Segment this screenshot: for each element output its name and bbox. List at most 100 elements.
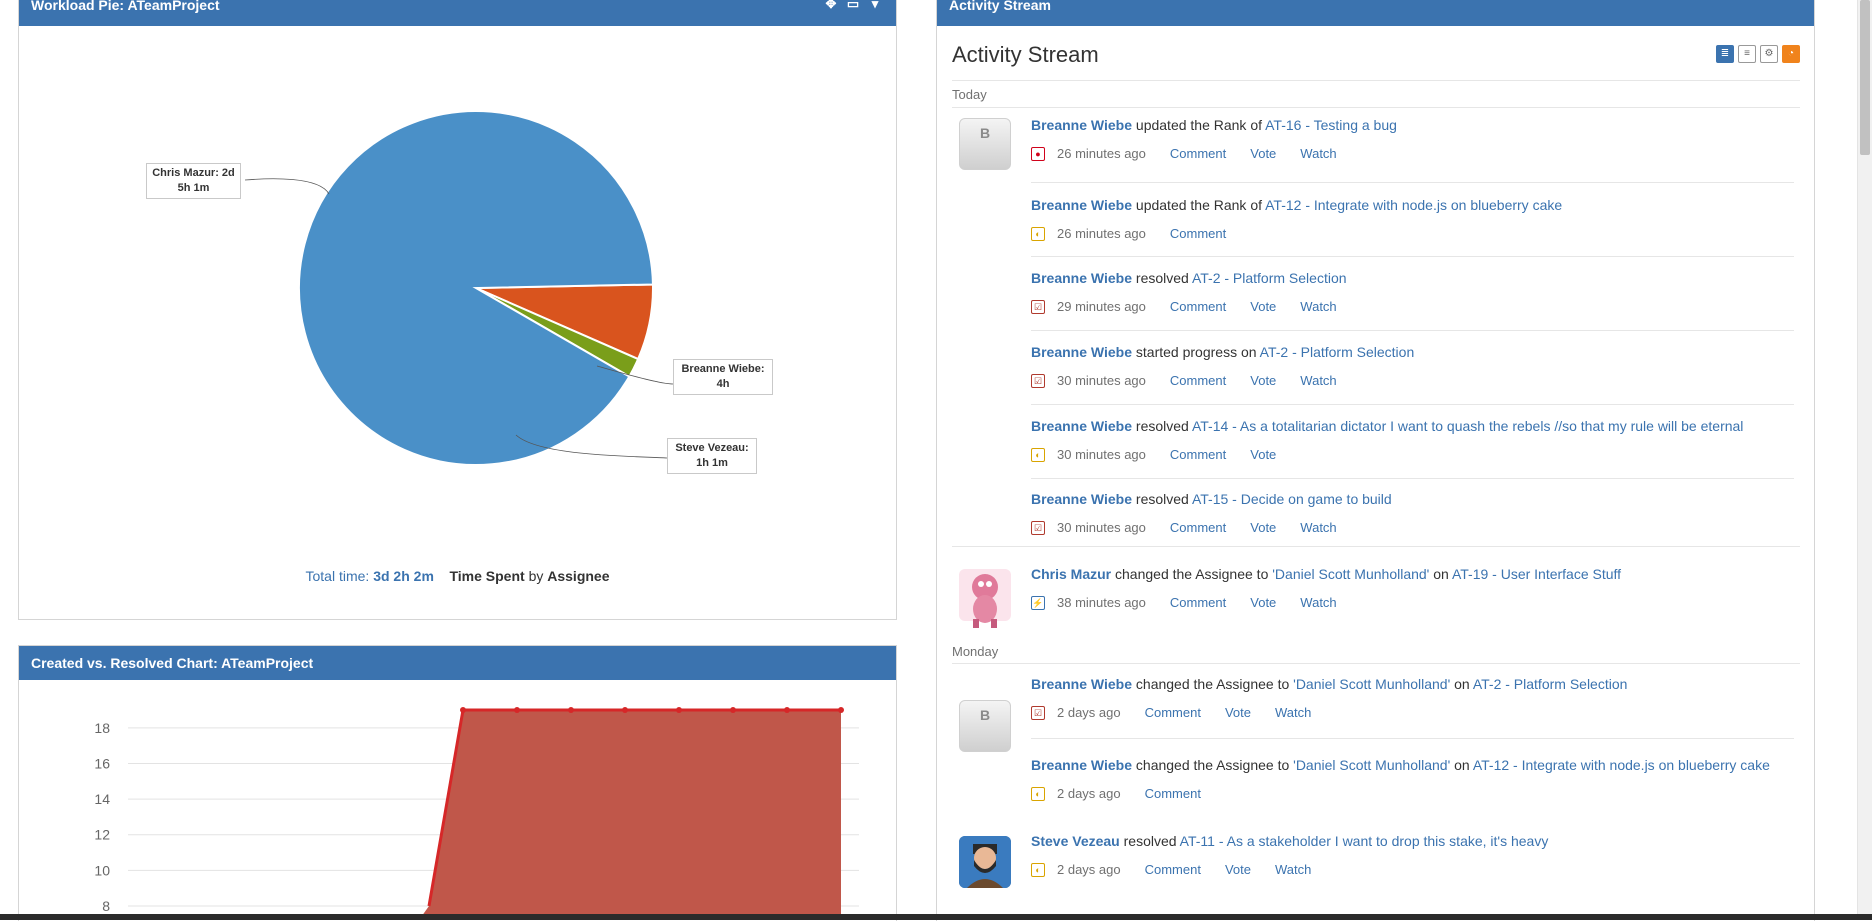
watch-action[interactable]: Watch [1300,373,1336,388]
watch-action[interactable]: Watch [1275,862,1311,877]
vote-action[interactable]: Vote [1225,862,1251,877]
activity-text: Breanne Wiebe changed the Assignee to 'D… [1031,757,1794,773]
activity-text: Breanne Wiebe resolved AT-15 - Decide on… [1031,491,1794,507]
issue-link[interactable]: AT-16 - Testing a bug [1265,117,1397,133]
data-point[interactable] [730,707,736,713]
avatar-breanne-wiebe[interactable]: B [959,700,1011,752]
comment-action[interactable]: Comment [1145,786,1201,801]
total-time-value[interactable]: 3d 2h 2m [373,568,434,584]
activity-user-link[interactable]: Breanne Wiebe [1031,757,1132,773]
activity-meta: ☑ 30 minutes ago Comment Vote Watch [1031,520,1794,535]
issue-link[interactable]: AT-2 - Platform Selection [1473,676,1628,692]
comment-action[interactable]: Comment [1170,520,1226,535]
data-point[interactable] [838,707,844,713]
issue-link[interactable]: AT-12 - Integrate with node.js on bluebe… [1473,757,1770,773]
avatar-steve-vezeau[interactable] [959,836,1011,888]
data-point[interactable] [460,707,466,713]
issue-link[interactable]: AT-14 - As a totalitarian dictator I wan… [1192,418,1743,434]
vertical-scrollbar[interactable] [1857,0,1872,920]
full-view-icon[interactable]: ≣ [1716,45,1734,63]
data-point[interactable] [784,707,790,713]
divider [1031,256,1794,257]
comment-action[interactable]: Comment [1170,447,1226,462]
workload-pie-gadget: Workload Pie: ATeamProject ✥ ▭ ▾ Chris M… [18,0,897,620]
avatar-chris-mazur[interactable] [959,569,1011,628]
move-icon[interactable]: ✥ [824,0,838,11]
activity-user-link[interactable]: Breanne Wiebe [1031,117,1132,133]
total-time-label: Total time: [305,568,370,584]
created-resolved-gadget: Created vs. Resolved Chart: ATeamProject… [18,645,897,921]
comment-action[interactable]: Comment [1145,862,1201,877]
activity-user-link[interactable]: Breanne Wiebe [1031,197,1132,213]
vote-action[interactable]: Vote [1250,447,1276,462]
activity-time: 38 minutes ago [1057,595,1146,610]
activity-user-link[interactable]: Breanne Wiebe [1031,491,1132,507]
comment-action[interactable]: Comment [1170,595,1226,610]
avatar-breanne-wiebe[interactable]: B [959,118,1011,170]
assignee-link[interactable]: 'Daniel Scott Munholland' [1293,757,1450,773]
activity-time: 30 minutes ago [1057,447,1146,462]
watch-action[interactable]: Watch [1300,299,1336,314]
data-point[interactable] [514,707,520,713]
group-label: Assignee [547,568,610,584]
activity-user-link[interactable]: Breanne Wiebe [1031,676,1132,692]
comment-action[interactable]: Comment [1170,226,1226,241]
issue-link[interactable]: AT-12 - Integrate with node.js on bluebe… [1265,197,1562,213]
issue-link[interactable]: AT-15 - Decide on game to build [1192,491,1392,507]
watch-action[interactable]: Watch [1300,595,1336,610]
rss-feed-icon[interactable]: ◔ [1782,45,1800,63]
issue-type-icon: ☑ [1031,520,1045,535]
comment-action[interactable]: Comment [1170,373,1226,388]
issue-link[interactable]: AT-19 - User Interface Stuff [1452,566,1621,582]
data-point[interactable] [568,707,574,713]
maximize-icon[interactable]: ▭ [846,0,860,11]
gadget-header: Workload Pie: ATeamProject ✥ ▭ ▾ [19,0,896,26]
y-tick-label: 14 [94,791,110,807]
data-point[interactable] [676,707,682,713]
activity-verb: changed the Assignee to [1132,757,1294,773]
vote-action[interactable]: Vote [1225,705,1251,720]
watch-action[interactable]: Watch [1300,520,1336,535]
comment-action[interactable]: Comment [1170,146,1226,161]
assignee-link[interactable]: 'Daniel Scott Munholland' [1293,676,1450,692]
issue-type-icon: ◐ [1031,447,1045,462]
list-view-icon[interactable]: ≡ [1738,45,1756,63]
comment-action[interactable]: Comment [1145,705,1201,720]
divider [1031,182,1794,183]
vote-action[interactable]: Vote [1250,373,1276,388]
vote-action[interactable]: Vote [1250,299,1276,314]
divider [1031,404,1794,405]
activity-user-link[interactable]: Breanne Wiebe [1031,344,1132,360]
activity-verb: updated the Rank of [1132,117,1266,133]
issue-type-icon: ◐ [1031,226,1045,241]
issue-link[interactable]: AT-2 - Platform Selection [1192,270,1347,286]
gadget-header: Created vs. Resolved Chart: ATeamProject [19,646,896,680]
day-label-today: Today [952,87,987,102]
data-point[interactable] [622,707,628,713]
activity-time: 26 minutes ago [1057,146,1146,161]
activity-item: Breanne Wiebe updated the Rank of AT-12 … [1031,197,1794,241]
issue-type-icon: ◐ [1031,862,1045,877]
vote-action[interactable]: Vote [1250,520,1276,535]
activity-on: on [1450,676,1473,692]
activity-user-link[interactable]: Breanne Wiebe [1031,418,1132,434]
menu-dropdown-icon[interactable]: ▾ [868,0,882,11]
activity-user-link[interactable]: Breanne Wiebe [1031,270,1132,286]
assignee-link[interactable]: 'Daniel Scott Munholland' [1272,566,1429,582]
tooltip-line: 5h 1m [177,182,210,194]
activity-user-link[interactable]: Chris Mazur [1031,566,1111,582]
comment-action[interactable]: Comment [1170,299,1226,314]
activity-on: on [1429,566,1452,582]
vote-action[interactable]: Vote [1250,595,1276,610]
watch-action[interactable]: Watch [1300,146,1336,161]
activity-item: Breanne Wiebe updated the Rank of AT-16 … [1031,117,1794,161]
activity-user-link[interactable]: Steve Vezeau [1031,833,1120,849]
issue-link[interactable]: AT-11 - As a stakeholder I want to drop … [1180,833,1549,849]
issue-link[interactable]: AT-2 - Platform Selection [1260,344,1415,360]
vote-action[interactable]: Vote [1250,146,1276,161]
filter-icon[interactable]: ⚙ [1760,45,1778,63]
tooltip-line: Breanne Wiebe: [681,363,765,375]
activity-meta: ◐ 26 minutes ago Comment [1031,226,1794,241]
watch-action[interactable]: Watch [1275,705,1311,720]
scrollbar-thumb[interactable] [1860,0,1870,155]
